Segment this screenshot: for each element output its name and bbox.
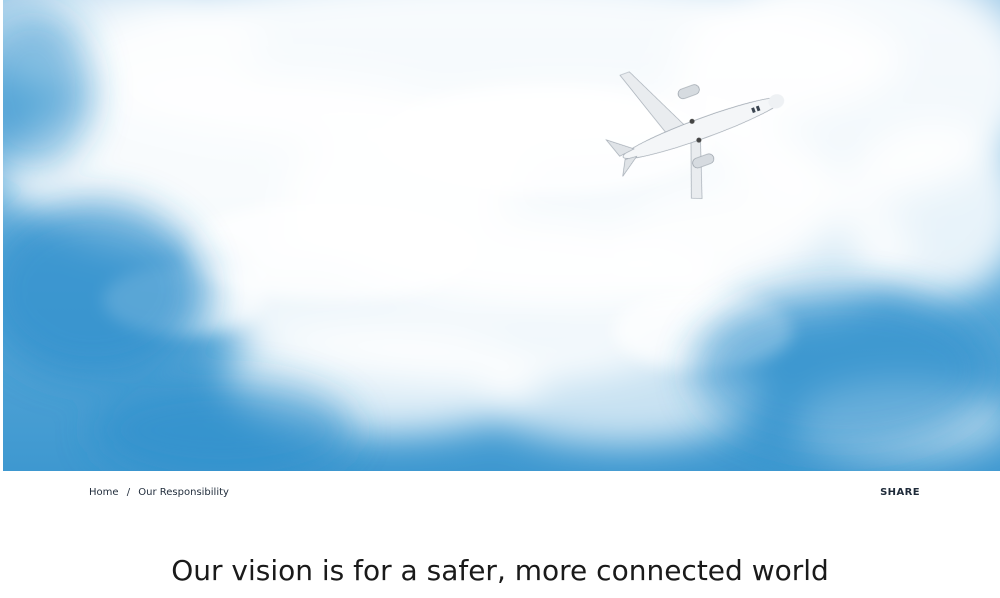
breadcrumb-separator: / [126, 487, 131, 498]
breadcrumb-home-link[interactable]: Home [89, 487, 119, 498]
hero-image [3, 0, 1000, 471]
breadcrumb: Home / Our Responsibility [89, 487, 229, 498]
breadcrumb-our-responsibility-link[interactable]: Our Responsibility [138, 487, 229, 498]
sky-with-airplane-image [3, 0, 1000, 471]
share-button[interactable]: SHARE [870, 487, 930, 498]
page-headline: Our vision is for a safer, more connecte… [171, 554, 829, 587]
breadcrumb-share-bar: Home / Our Responsibility SHARE [0, 471, 1000, 515]
